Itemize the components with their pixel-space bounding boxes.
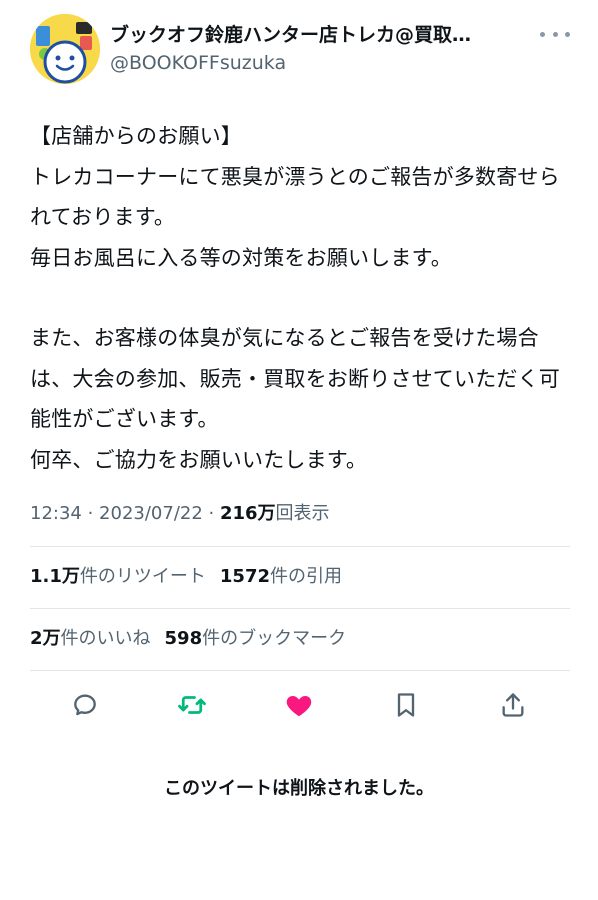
meta-separator: ·: [81, 503, 100, 524]
tweet-time[interactable]: 12:34: [30, 503, 82, 524]
like-bookmark-stats: 2万件のいいね 598件のブックマーク: [30, 624, 346, 654]
tweet-date[interactable]: 2023/07/22: [99, 503, 203, 524]
likes-stat[interactable]: 2万件のいいね: [30, 628, 151, 649]
tweet-meta: 12:34 · 2023/07/22 · 216万回表示: [30, 497, 330, 531]
like-button[interactable]: [282, 688, 316, 722]
share-icon: [502, 693, 524, 717]
retweet-button[interactable]: [175, 688, 209, 722]
bookmarks-label: 件のブックマーク: [202, 628, 347, 649]
retweets-label: 件のリツイート: [79, 566, 206, 587]
tweet-text: 【店舗からのお願い】 トレカコーナーにて悪臭が漂うとのご報告が多数寄せられており…: [30, 116, 575, 480]
author-block[interactable]: ブックオフ鈴鹿ハンター店トレカ@買取… @BOOKOFFsuzuka: [110, 22, 530, 78]
reply-button[interactable]: [68, 688, 102, 722]
retweets-stat[interactable]: 1.1万件のリツイート: [30, 566, 206, 587]
smiley-mascot-icon: [30, 14, 100, 84]
heart-icon: [286, 696, 312, 717]
avatar[interactable]: [30, 14, 100, 84]
author-handle[interactable]: @BOOKOFFsuzuka: [110, 48, 530, 78]
more-options-icon[interactable]: [540, 24, 570, 44]
divider: [30, 608, 570, 609]
retweets-count: 1.1万: [30, 566, 80, 587]
quotes-count: 1572: [219, 566, 270, 587]
bookmarks-stat[interactable]: 598件のブックマーク: [165, 628, 347, 649]
likes-label: 件のいいね: [60, 628, 151, 649]
retweet-quote-stats: 1.1万件のリツイート 1572件の引用: [30, 562, 342, 592]
quotes-stat[interactable]: 1572件の引用: [220, 566, 342, 587]
tweet-paragraph-2: また、お客様の体臭が気になるとご報告を受けた場合は、大会の参加、販売・買取をお断…: [30, 326, 560, 472]
divider: [30, 546, 570, 547]
reply-icon: [74, 694, 96, 716]
meta-separator: ·: [202, 503, 220, 524]
bookmark-icon: [397, 693, 415, 717]
likes-count: 2万: [30, 628, 61, 649]
deleted-notice: このツイートは削除されました。: [164, 778, 434, 799]
author-display-name[interactable]: ブックオフ鈴鹿ハンター店トレカ@買取…: [110, 22, 530, 48]
views-label: 回表示: [275, 503, 330, 524]
tweet-header: ブックオフ鈴鹿ハンター店トレカ@買取… @BOOKOFFsuzuka: [30, 14, 570, 84]
divider: [30, 670, 570, 671]
quotes-label: 件の引用: [270, 566, 342, 587]
bookmarks-count: 598: [164, 628, 203, 649]
action-bar: [30, 680, 570, 730]
retweet-icon: [178, 696, 206, 714]
views-count: 216万: [219, 503, 276, 524]
tweet-paragraph-1: 【店舗からのお願い】 トレカコーナーにて悪臭が漂うとのご報告が多数寄せられており…: [30, 124, 560, 270]
bookmark-button[interactable]: [389, 688, 423, 722]
share-button[interactable]: [496, 688, 530, 722]
